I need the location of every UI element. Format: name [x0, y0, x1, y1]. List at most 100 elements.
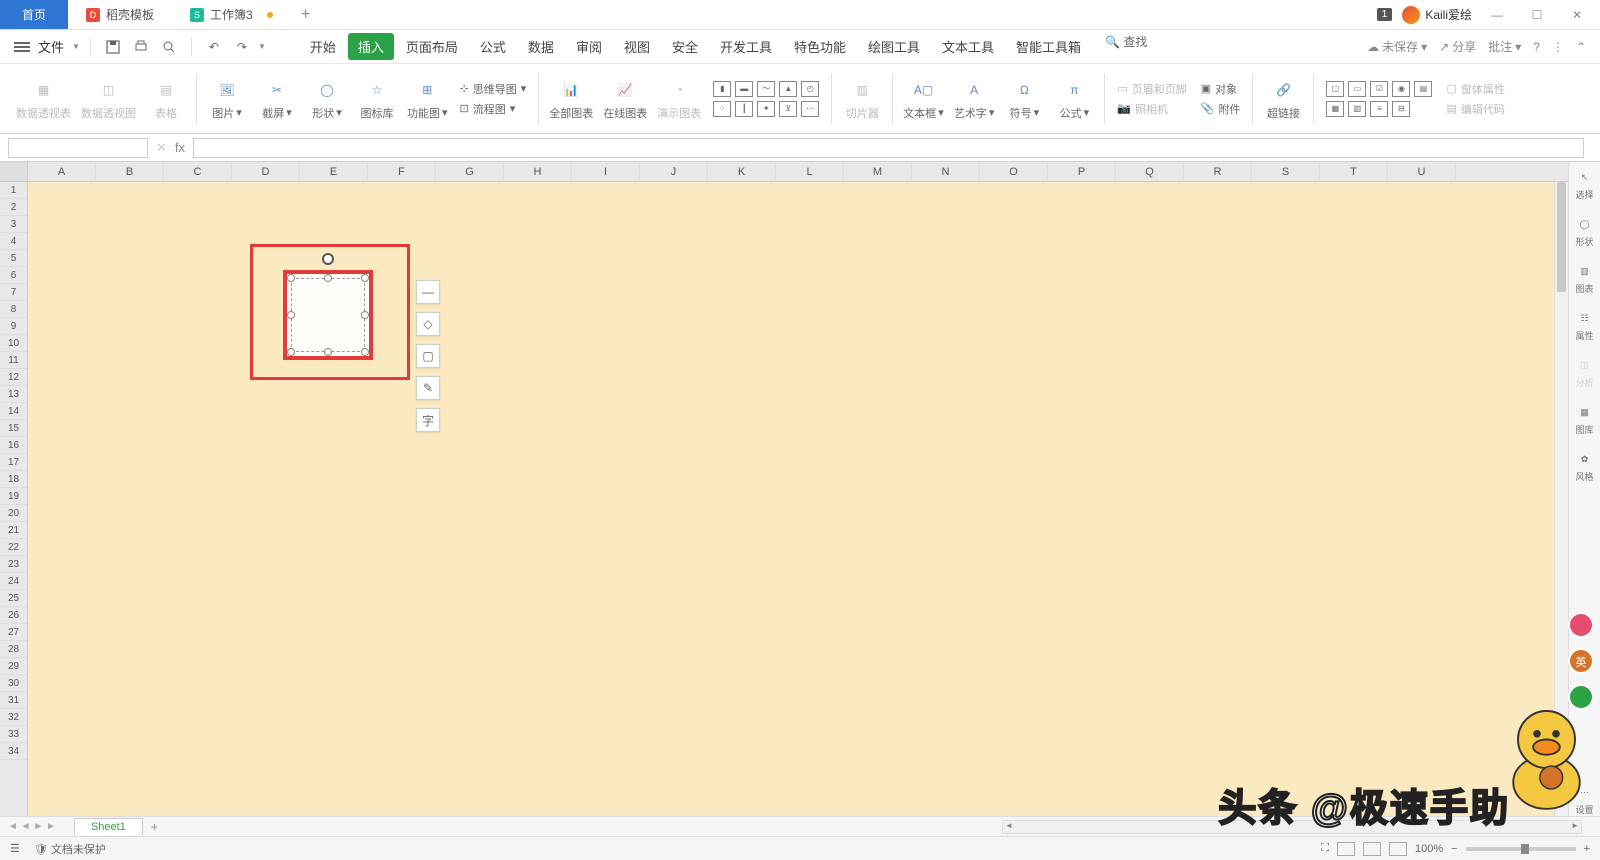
col-header[interactable]: D: [232, 162, 300, 181]
col-header[interactable]: Q: [1116, 162, 1184, 181]
notification-badge[interactable]: 1: [1377, 8, 1393, 21]
print-button[interactable]: [129, 35, 153, 59]
row-header[interactable]: 28: [0, 641, 27, 658]
close-button[interactable]: ✕: [1562, 0, 1592, 30]
row-header[interactable]: 33: [0, 726, 27, 743]
row-header[interactable]: 12: [0, 369, 27, 386]
edit-code-button[interactable]: ▤ 编辑代码: [1446, 101, 1504, 117]
form-btn1[interactable]: ▢: [1326, 81, 1344, 97]
rotate-handle[interactable]: [322, 253, 334, 265]
rtab-dev[interactable]: 开发工具: [710, 33, 782, 60]
row-header[interactable]: 22: [0, 539, 27, 556]
resize-handle-sw[interactable]: [287, 348, 295, 356]
resize-handle-w[interactable]: [287, 311, 295, 319]
form-btn6[interactable]: ▦: [1326, 101, 1344, 117]
row-header[interactable]: 34: [0, 743, 27, 760]
view-pagebreak-button[interactable]: [1389, 842, 1407, 856]
col-header[interactable]: I: [572, 162, 640, 181]
function-chart-button[interactable]: ⊞功能图 ▾: [403, 69, 452, 129]
fx-icon[interactable]: fx: [175, 140, 185, 156]
row-header[interactable]: 32: [0, 709, 27, 726]
col-header[interactable]: P: [1048, 162, 1116, 181]
help-button[interactable]: ?: [1533, 40, 1540, 54]
tab-workbook[interactable]: S工作簿3: [172, 0, 291, 29]
wordart-button[interactable]: A艺术字 ▾: [950, 69, 999, 129]
demo-chart-button[interactable]: ◔演示图表: [653, 69, 705, 129]
float-text-button[interactable]: 字: [416, 408, 440, 432]
cancel-formula-icon[interactable]: ✕: [156, 140, 167, 156]
col-header[interactable]: N: [912, 162, 980, 181]
sheet-tab-1[interactable]: Sheet1: [74, 818, 143, 835]
col-header[interactable]: E: [300, 162, 368, 181]
resize-handle-n[interactable]: [324, 274, 332, 282]
form-btn2[interactable]: ▭: [1348, 81, 1366, 97]
sp-shape[interactable]: ◯形状: [1575, 215, 1593, 248]
iconlib-button[interactable]: ☆图标库: [353, 69, 401, 129]
col-header[interactable]: J: [640, 162, 708, 181]
save-button[interactable]: [101, 35, 125, 59]
more-chart-button[interactable]: ⋯: [801, 101, 819, 117]
picture-button[interactable]: 🖼图片 ▾: [203, 69, 251, 129]
tab-templates[interactable]: D稻壳模板: [68, 0, 172, 29]
slicer-button[interactable]: ▥切片器: [838, 69, 886, 129]
form-btn8[interactable]: ≡: [1370, 101, 1388, 117]
undo-button[interactable]: ↶: [202, 35, 226, 59]
col-header[interactable]: O: [980, 162, 1048, 181]
vertical-scrollbar[interactable]: [1554, 182, 1568, 816]
float-fill-button[interactable]: ◇: [416, 312, 440, 336]
table-button[interactable]: ▤表格: [142, 69, 190, 129]
zoom-slider[interactable]: [1466, 847, 1576, 851]
row-header[interactable]: 17: [0, 454, 27, 471]
row-header[interactable]: 23: [0, 556, 27, 573]
sp-gallery[interactable]: ▦图库: [1575, 403, 1593, 436]
cells-area[interactable]: — ◇ ▢ ✎ 字: [28, 182, 1568, 816]
resize-handle-ne[interactable]: [361, 274, 369, 282]
status-menu-icon[interactable]: ☰: [10, 842, 20, 855]
header-footer-button[interactable]: ▭ 页眉和页脚: [1117, 81, 1186, 97]
form-btn7[interactable]: ▥: [1348, 101, 1366, 117]
row-header[interactable]: 29: [0, 658, 27, 675]
radar-chart-button[interactable]: ✦: [757, 101, 775, 117]
formula-input[interactable]: [193, 138, 1584, 158]
sp-select[interactable]: ↖选择: [1575, 168, 1593, 201]
col-header[interactable]: M: [844, 162, 912, 181]
row-header[interactable]: 27: [0, 624, 27, 641]
row-header[interactable]: 15: [0, 420, 27, 437]
col-header[interactable]: T: [1320, 162, 1388, 181]
sp-chart[interactable]: ▥图表: [1575, 262, 1593, 295]
preview-button[interactable]: [157, 35, 181, 59]
form-btn9[interactable]: ⊟: [1392, 101, 1410, 117]
resize-handle-e[interactable]: [361, 311, 369, 319]
col-header[interactable]: B: [96, 162, 164, 181]
badge-lang-icon[interactable]: 英: [1568, 648, 1594, 674]
pivot-table-button[interactable]: ▦数据透视表: [12, 69, 75, 129]
line-chart-button[interactable]: 〜: [757, 81, 775, 97]
rtab-review[interactable]: 审阅: [566, 33, 612, 60]
name-box[interactable]: [8, 138, 148, 158]
resize-handle-nw[interactable]: [287, 274, 295, 282]
rtab-data[interactable]: 数据: [518, 33, 564, 60]
col-header[interactable]: K: [708, 162, 776, 181]
col-header[interactable]: L: [776, 162, 844, 181]
col-header[interactable]: R: [1184, 162, 1252, 181]
row-header[interactable]: 11: [0, 352, 27, 369]
hyperlink-button[interactable]: 🔗超链接: [1259, 69, 1307, 129]
screenshot-button[interactable]: ✂截屏 ▾: [253, 69, 301, 129]
row-header[interactable]: 20: [0, 505, 27, 522]
pie-chart-button[interactable]: ◴: [801, 81, 819, 97]
unsaved-button[interactable]: ☁ 未保存 ▾: [1367, 38, 1427, 55]
object-button[interactable]: ▣ 对象: [1201, 81, 1237, 97]
row-header[interactable]: 13: [0, 386, 27, 403]
share-button[interactable]: ↗ 分享: [1439, 38, 1476, 55]
symbol-button[interactable]: Ω符号 ▾: [1000, 69, 1048, 129]
select-all-corner[interactable]: [0, 162, 27, 182]
sp-settings[interactable]: ⋯设置: [1575, 783, 1593, 816]
row-header[interactable]: 25: [0, 590, 27, 607]
shape-button[interactable]: ◯形状 ▾: [303, 69, 351, 129]
badge-pink-icon[interactable]: [1568, 612, 1594, 638]
sp-analysis[interactable]: ◫分析: [1575, 356, 1593, 389]
sp-style[interactable]: ✿风格: [1575, 450, 1593, 483]
row-header[interactable]: 4: [0, 233, 27, 250]
float-minus-button[interactable]: —: [416, 280, 440, 304]
rtab-security[interactable]: 安全: [662, 33, 708, 60]
